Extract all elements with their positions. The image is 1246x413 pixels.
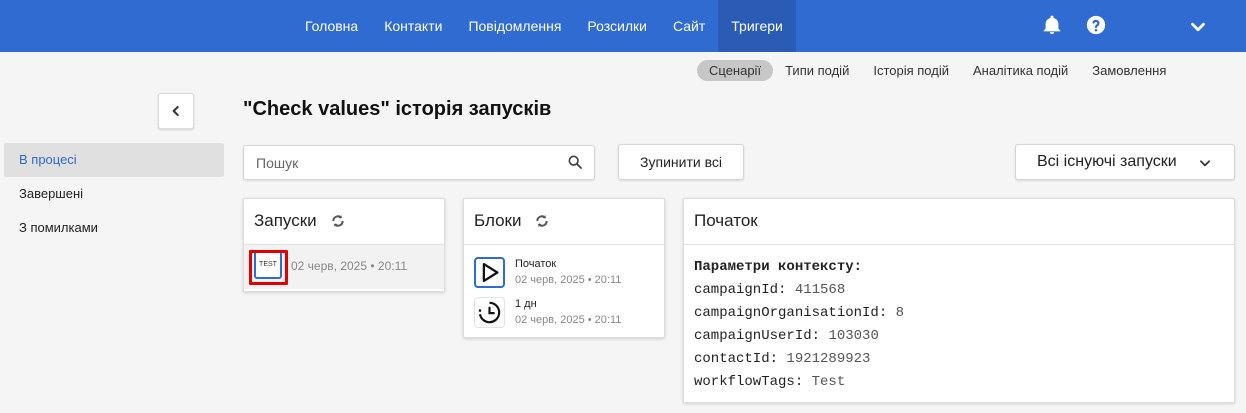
blocks-panel: Блоки Початок 02 черв, 2025 • 20:11 1 дн… <box>463 198 665 338</box>
nav-item-triggers[interactable]: Тригери <box>718 0 796 52</box>
runs-panel-title: Запуски <box>254 211 317 230</box>
param-key: contactId: <box>694 351 779 367</box>
nav-item-home[interactable]: Головна <box>292 0 371 52</box>
chevron-left-icon <box>172 105 179 117</box>
runs-filter-label: Всі існуючі запуски <box>1037 153 1177 170</box>
nav-item-messages[interactable]: Повідомлення <box>455 0 574 52</box>
runs-filter-dropdown[interactable]: Всі існуючі запуски <box>1015 144 1235 180</box>
block-time: 02 черв, 2025 • 20:11 <box>515 274 622 286</box>
context-params-title: Параметри контексту: <box>694 259 863 275</box>
param-key: campaignId: <box>694 282 787 298</box>
param-key: campaignOrganisationId: <box>694 305 888 321</box>
bell-icon[interactable] <box>1041 14 1063 36</box>
block-item-start[interactable]: Початок 02 черв, 2025 • 20:11 <box>474 255 660 291</box>
param-key: workflowTags: <box>694 374 804 390</box>
selection-highlight <box>249 250 288 285</box>
page-title: "Check values" історія запусків <box>243 98 552 120</box>
context-params: Параметри контексту: campaignId: 411568 … <box>694 256 904 394</box>
timer-icon <box>474 297 505 328</box>
context-param: campaignId: 411568 <box>694 279 904 302</box>
runs-panel: Запуски TEST 02 черв, 2025 • 20:11 <box>243 198 445 292</box>
subnav-item-event-history[interactable]: Історія подій <box>861 60 961 81</box>
nav-item-mailings[interactable]: Розсилки <box>574 0 660 52</box>
subnav-item-event-types[interactable]: Типи подій <box>773 60 861 81</box>
blocks-panel-header: Блоки <box>464 199 664 245</box>
context-param: contactId: 1921289923 <box>694 348 904 371</box>
play-icon <box>474 257 505 288</box>
param-value: 411568 <box>794 282 846 298</box>
context-param: campaignOrganisationId: 8 <box>694 302 904 325</box>
block-details-panel: Початок Параметри контексту: campaignId:… <box>683 198 1235 403</box>
sidebar-item-completed[interactable]: Завершені <box>4 177 224 211</box>
top-navbar: Головна Контакти Повідомлення Розсилки С… <box>0 0 1246 52</box>
param-value: Test <box>811 374 846 390</box>
sidebar: В процесі Завершені З помилками <box>4 143 224 245</box>
block-name: 1 дн <box>515 298 537 310</box>
nav-item-contacts[interactable]: Контакти <box>371 0 455 52</box>
nav-item-site[interactable]: Сайт <box>660 0 718 52</box>
block-time: 02 черв, 2025 • 20:11 <box>515 314 622 326</box>
sidebar-item-with-errors[interactable]: З помилками <box>4 211 224 245</box>
param-key: campaignUserId: <box>694 328 821 344</box>
chevron-down-icon[interactable] <box>1187 16 1209 38</box>
run-item[interactable]: TEST 02 черв, 2025 • 20:11 <box>244 245 444 289</box>
context-param: campaignUserId: 103030 <box>694 325 904 348</box>
param-value: 1921289923 <box>786 351 871 367</box>
search-box <box>243 145 595 180</box>
block-item-delay[interactable]: 1 дн 02 черв, 2025 • 20:11 <box>474 295 660 331</box>
blocks-panel-title: Блоки <box>474 211 522 230</box>
search-icon[interactable] <box>567 154 583 170</box>
subnav-item-orders[interactable]: Замовлення <box>1080 60 1178 81</box>
block-details-header: Початок <box>684 199 1234 245</box>
collapse-sidebar-button[interactable] <box>158 93 194 129</box>
search-input[interactable] <box>256 146 556 179</box>
sidebar-item-in-progress[interactable]: В процесі <box>4 143 224 177</box>
help-icon[interactable] <box>1085 14 1107 36</box>
param-value: 103030 <box>828 328 879 344</box>
context-param: workflowTags: Test <box>694 371 904 394</box>
refresh-icon[interactable] <box>535 214 549 228</box>
chevron-down-icon <box>1200 160 1210 167</box>
refresh-icon[interactable] <box>331 214 345 228</box>
stop-all-button[interactable]: Зупинити всі <box>618 144 744 180</box>
subnav-item-event-analytics[interactable]: Аналітика подій <box>961 60 1080 81</box>
sub-nav: Сценарії Типи подій Історія подій Аналіт… <box>697 60 1178 81</box>
param-value: 8 <box>895 305 905 321</box>
block-details-title: Початок <box>694 211 758 230</box>
block-name: Початок <box>515 258 557 270</box>
run-time: 02 черв, 2025 • 20:11 <box>291 259 408 273</box>
main-nav: Головна Контакти Повідомлення Розсилки С… <box>292 0 796 52</box>
runs-panel-header: Запуски <box>244 199 444 245</box>
subnav-item-scenarios[interactable]: Сценарії <box>697 60 774 81</box>
